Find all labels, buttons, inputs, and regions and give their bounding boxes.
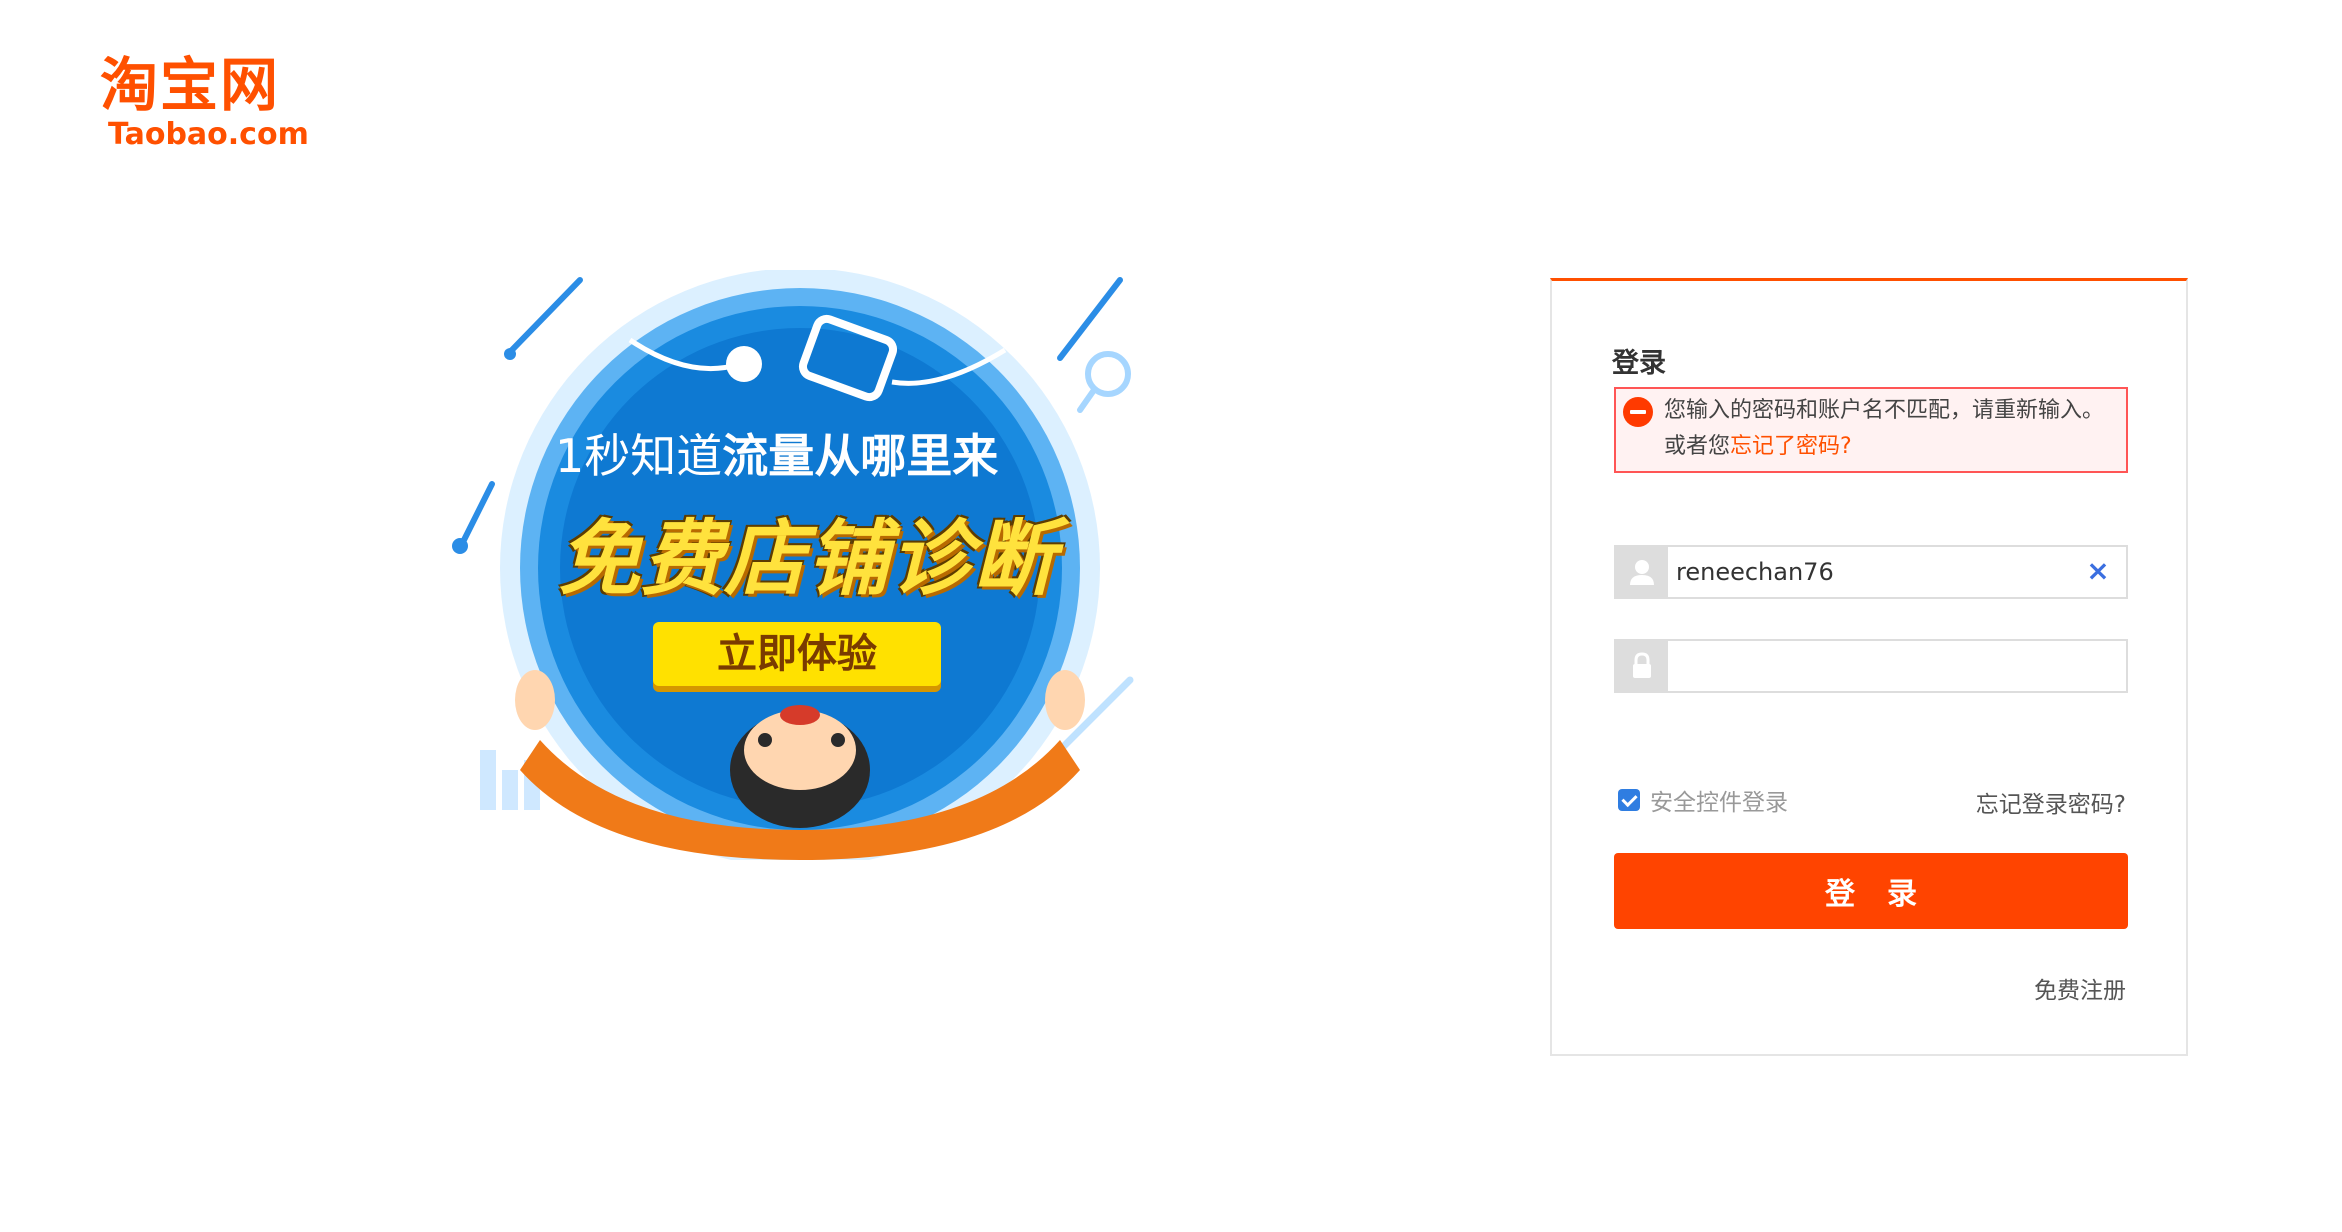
forgot-password-link[interactable]: 忘记登录密码? [1976,785,2126,819]
logo-text-cn: 淘宝网 [100,51,281,119]
banner-cta-button[interactable]: 立即体验 [653,622,941,686]
taobao-logo[interactable]: 淘宝网 Taobao.com [100,52,340,152]
close-icon[interactable]: × [2084,557,2112,585]
register-link[interactable]: 免费注册 [2034,971,2126,1005]
secure-control-checkbox[interactable] [1618,789,1640,811]
username-field: × [1614,545,2128,599]
lock-icon [1616,641,1668,691]
error-message-box: 您输入的密码和账户名不匹配，请重新输入。或者您忘记了密码? [1614,387,2128,473]
logo-text-en: Taobao.com [108,117,309,152]
password-input[interactable] [1676,641,2076,691]
banner-subtitle-thin: 1秒知道 [555,429,723,483]
user-icon [1616,547,1668,597]
login-title: 登录 [1612,348,1666,379]
error-icon [1623,397,1653,427]
login-panel: 登录 您输入的密码和账户名不匹配，请重新输入。或者您忘记了密码? × 安全控件登… [1550,278,2188,1056]
banner-subtitle: 1秒知道流量从哪里来 [555,420,998,486]
secure-control-label: 安全控件登录 [1650,790,1788,816]
password-field [1614,639,2128,693]
login-button[interactable]: 登录 [1614,853,2128,929]
error-message: 您输入的密码和账户名不匹配，请重新输入。或者您忘记了密码? [1664,393,2114,465]
promo-banner[interactable]: 1秒知道流量从哪里来 免费店铺诊断 立即体验 [440,270,1160,860]
banner-headline: 免费店铺诊断 [558,512,1056,607]
banner-subtitle-bold: 流量从哪里来 [722,429,999,483]
secure-control-option[interactable]: 安全控件登录 [1618,783,1788,817]
username-input[interactable] [1676,547,2076,597]
error-forgot-password-link[interactable]: 忘记了密码? [1730,434,1852,459]
